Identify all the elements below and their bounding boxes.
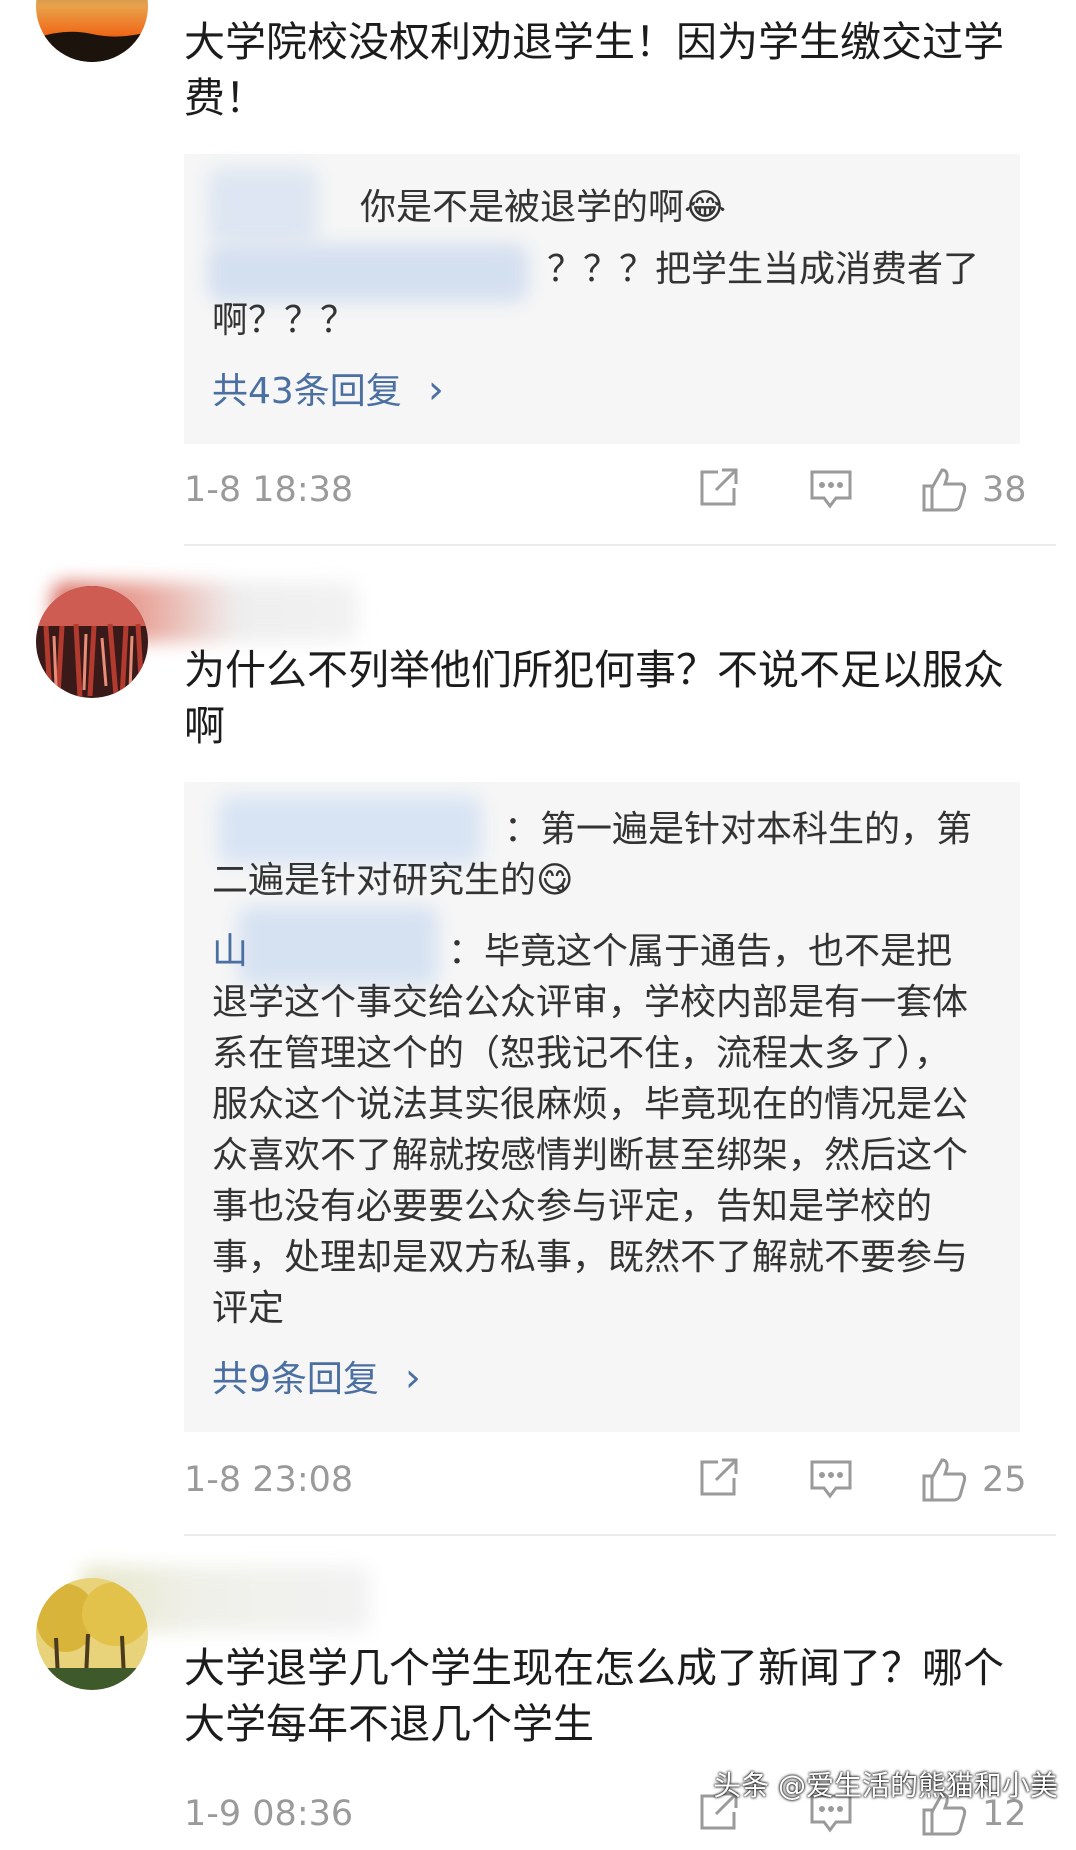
more-replies-link[interactable]: 共9条回复 ›	[212, 1350, 421, 1402]
comment-text: 为什么不列举他们所犯何事？不说不足以服众啊	[184, 646, 1004, 750]
reply-text: 你是不是被退学的啊😂	[360, 187, 727, 228]
comment-text: 大学退学几个学生现在怎么成了新闻了？哪个大学每年不退几个学生	[184, 1644, 1004, 1748]
comment-meta: 1-8 18:38 38	[184, 466, 1027, 526]
like-icon[interactable]	[920, 466, 968, 520]
chevron-right-icon: ›	[404, 1355, 421, 1401]
share-icon[interactable]	[696, 466, 740, 520]
share-icon[interactable]	[696, 1456, 740, 1510]
reply-username[interactable]: 山	[212, 931, 248, 972]
timestamp: 1-8 23:08	[184, 1460, 354, 1500]
more-replies-label: 共9条回复	[212, 1359, 379, 1400]
avatar[interactable]	[36, 0, 148, 62]
reply-text-content: ？？？把学生当成消费者了啊？？？	[212, 249, 980, 341]
divider	[184, 1534, 1056, 1536]
like-count: 25	[982, 1460, 1027, 1500]
reply-text: ？？？把学生当成消费者了啊？？？	[212, 244, 988, 346]
avatar[interactable]	[36, 1578, 148, 1690]
timestamp: 1-8 18:38	[184, 470, 354, 510]
like-icon[interactable]	[920, 1456, 968, 1510]
comment-meta: 1-8 23:08 25	[184, 1456, 1027, 1516]
watermark: 头条 @爱生活的熊猫和小美	[713, 1769, 1058, 1802]
comment-text: 大学院校没权利劝退学生！因为学生缴交过学费！	[184, 18, 1004, 122]
divider	[184, 544, 1056, 546]
blurred-username	[208, 168, 318, 244]
more-replies-label: 共43条回复	[212, 371, 402, 412]
reply-text: 山：毕竟这个属于通告，也不是把退学这个事交给公众评审，学校内部是有一套体系在管理…	[212, 926, 982, 1334]
like-count: 38	[982, 470, 1027, 510]
timestamp: 1-9 08:36	[184, 1794, 354, 1834]
more-replies-link[interactable]: 共43条回复 ›	[212, 362, 444, 414]
avatar[interactable]	[36, 586, 148, 698]
comment-icon[interactable]	[808, 466, 854, 520]
chevron-right-icon: ›	[427, 367, 444, 413]
reply-text-content: ：第一遍是针对本科生的，第二遍是针对研究生的😋	[212, 809, 973, 901]
reply-box[interactable]: 你是不是被退学的啊😂 ？？？把学生当成消费者了啊？？？ 共43条回复 ›	[184, 154, 1020, 444]
comment-icon[interactable]	[808, 1456, 854, 1510]
reply-text-content: ：毕竟这个属于通告，也不是把退学这个事交给公众评审，学校内部是有一套体系在管理这…	[212, 931, 969, 1329]
reply-text: ：第一遍是针对本科生的，第二遍是针对研究生的😋	[212, 804, 982, 906]
reply-box[interactable]: ：第一遍是针对本科生的，第二遍是针对研究生的😋 山：毕竟这个属于通告，也不是把退…	[184, 782, 1020, 1432]
